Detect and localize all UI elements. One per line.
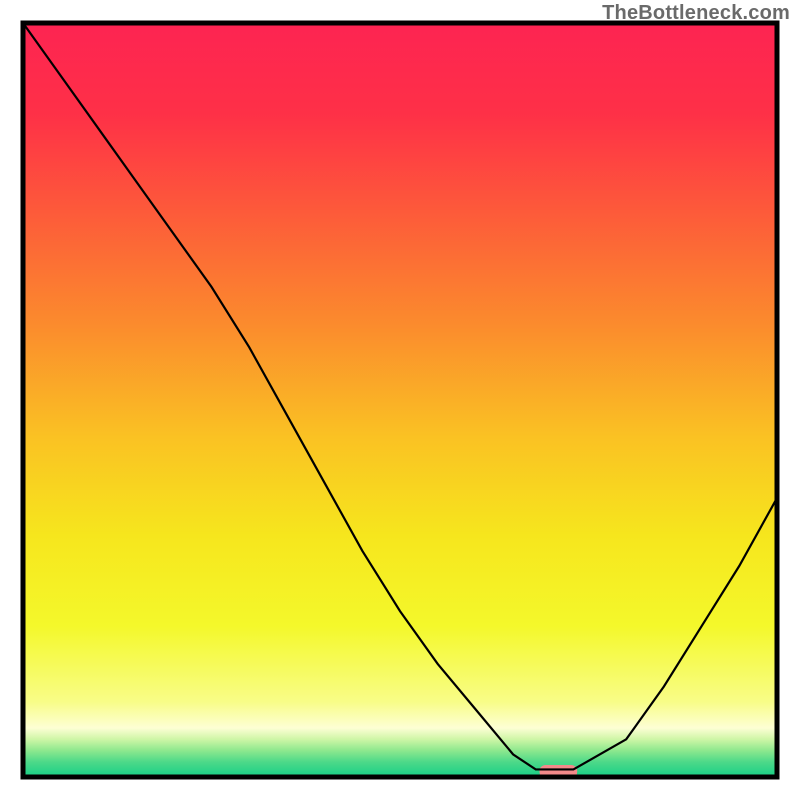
chart-container: TheBottleneck.com xyxy=(0,0,800,800)
watermark-text: TheBottleneck.com xyxy=(602,2,790,25)
chart-background-gradient xyxy=(23,23,777,777)
bottleneck-chart xyxy=(0,0,800,800)
